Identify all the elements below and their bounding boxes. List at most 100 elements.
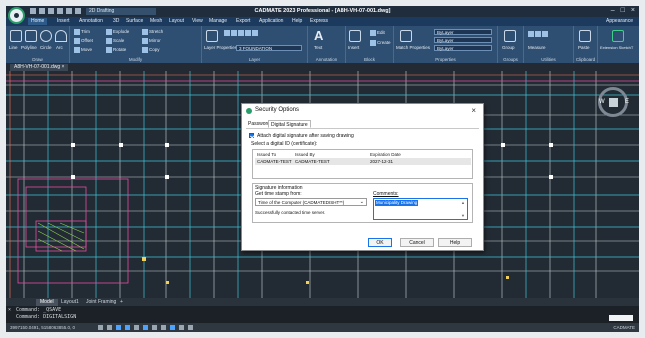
trim-button[interactable]: Trim <box>74 29 90 35</box>
arc-icon[interactable] <box>55 30 67 42</box>
close-window-button[interactable]: × <box>631 7 635 14</box>
tab-insert[interactable]: Insert <box>54 18 73 25</box>
paste-button[interactable]: Paste <box>578 45 590 50</box>
arc-button[interactable]: Arc <box>56 45 63 50</box>
tab-mesh[interactable]: Mesh <box>147 18 165 25</box>
tab-3d[interactable]: 3D <box>110 18 122 25</box>
attach-signature-checkbox[interactable] <box>249 133 254 138</box>
explode-button[interactable]: Explode <box>106 29 129 35</box>
workspace-switch-icon[interactable] <box>188 325 193 330</box>
copy-button[interactable]: Copy <box>142 47 160 53</box>
cancel-button[interactable]: Cancel <box>400 238 434 247</box>
ok-button[interactable]: OK <box>368 238 392 247</box>
text-icon[interactable]: A <box>314 28 323 43</box>
layer-on-icon[interactable] <box>224 30 230 36</box>
tab-application[interactable]: Application <box>256 18 286 25</box>
add-layout-tab[interactable]: + <box>116 299 127 306</box>
tab-surface[interactable]: Surface <box>123 18 146 25</box>
offset-button[interactable]: Offset <box>74 38 93 44</box>
circle-icon[interactable] <box>40 30 52 42</box>
dialog-close-button[interactable]: × <box>471 106 476 115</box>
command-close-icon[interactable]: × <box>8 307 11 313</box>
paste-icon[interactable] <box>579 30 591 42</box>
grid-toggle-icon[interactable] <box>98 325 103 330</box>
linetype-dropdown[interactable]: ByLayer <box>434 37 492 43</box>
document-tab[interactable]: A8H-VH-07-001.dwg × <box>10 64 69 71</box>
layer-properties-icon[interactable] <box>206 30 218 42</box>
polyline-icon[interactable] <box>25 30 37 42</box>
viewcube-top-face[interactable] <box>609 98 618 107</box>
ortho-toggle-icon[interactable] <box>116 325 121 330</box>
comments-textarea[interactable]: Municipality Drawing ▲ ▼ <box>373 198 468 220</box>
maximize-button[interactable]: □ <box>621 7 625 14</box>
current-layer-dropdown[interactable]: 3 FOUNDATION <box>236 45 302 51</box>
lineweight-dropdown[interactable]: ByLayer <box>434 45 492 51</box>
timestamp-select[interactable]: Time of the Computer (CADMATEDISHT**) ⌄ <box>255 198 367 206</box>
text-button[interactable]: Text <box>314 45 322 50</box>
group-icon[interactable] <box>504 30 516 42</box>
mirror-button[interactable]: Mirror <box>142 38 161 44</box>
line-icon[interactable] <box>10 30 22 42</box>
group-button[interactable]: Group <box>502 45 515 50</box>
minimize-button[interactable]: – <box>611 7 615 14</box>
match-properties-icon[interactable] <box>400 30 412 42</box>
otrack-toggle-icon[interactable] <box>143 325 148 330</box>
annotation-scale-icon[interactable] <box>179 325 184 330</box>
tab-export[interactable]: Export <box>233 18 253 25</box>
rotate-button[interactable]: Rotate <box>106 47 126 53</box>
help-button[interactable]: Help <box>438 238 472 247</box>
tab-express[interactable]: Express <box>307 18 331 25</box>
layer-iso-icon[interactable] <box>252 30 258 36</box>
tab-digital-signature[interactable]: Digital Signature <box>268 120 311 128</box>
distance-icon[interactable] <box>528 31 534 37</box>
app-logo-icon[interactable] <box>8 7 25 24</box>
stretch-button[interactable]: Stretch <box>142 29 163 35</box>
edit-block-button[interactable]: Edit <box>370 30 385 36</box>
polar-toggle-icon[interactable] <box>125 325 130 330</box>
tab-help[interactable]: Help <box>289 18 305 25</box>
area-icon[interactable] <box>535 31 541 37</box>
line-button[interactable]: Line <box>9 45 18 50</box>
certificate-row[interactable]: CADMATE-TEST CADMATE-TEST 2027-12-31 <box>255 158 471 165</box>
measure-button[interactable]: Measure <box>528 45 546 50</box>
polyline-button[interactable]: Polyline <box>21 45 37 50</box>
extension-sketch-button[interactable]: Extension SketchT <box>600 45 633 50</box>
insert-block-button[interactable]: Insert <box>348 45 359 50</box>
move-button[interactable]: Move <box>74 47 92 53</box>
selection-cycling-icon[interactable] <box>170 325 175 330</box>
lineweight-toggle-icon[interactable] <box>152 325 157 330</box>
scale-button[interactable]: Scale <box>106 38 124 44</box>
tab-view[interactable]: View <box>189 18 206 25</box>
scroll-up-icon[interactable]: ▲ <box>461 200 465 205</box>
extension-sketch-icon[interactable] <box>612 30 624 42</box>
column-issued-to[interactable]: Issued To <box>257 151 276 158</box>
tab-manage[interactable]: Manage <box>206 18 230 25</box>
viewcube[interactable]: W E <box>598 87 629 117</box>
tab-home[interactable]: Home <box>28 18 48 25</box>
tab-layout[interactable]: Layout <box>166 18 187 25</box>
appearance-menu[interactable]: Appearance <box>606 18 633 25</box>
transparency-toggle-icon[interactable] <box>161 325 166 330</box>
insert-block-icon[interactable] <box>349 30 361 42</box>
calculator-icon[interactable] <box>542 31 548 37</box>
create-block-button[interactable]: Create <box>370 40 391 46</box>
viewcube-west[interactable]: W <box>599 99 605 105</box>
tab-layout1[interactable]: Layout1 <box>57 299 83 306</box>
layer-color-icon[interactable] <box>245 30 251 36</box>
column-issued-by[interactable]: Issued By <box>295 151 315 158</box>
tab-annotation[interactable]: Annotation <box>76 18 106 25</box>
scroll-down-icon[interactable]: ▼ <box>461 213 465 218</box>
layer-properties-button[interactable]: Layer Properties <box>204 45 237 50</box>
tab-model[interactable]: Model <box>36 299 58 306</box>
color-dropdown[interactable]: ByLayer <box>434 29 492 35</box>
viewcube-east[interactable]: E <box>625 99 629 105</box>
close-tab-icon[interactable]: × <box>62 64 65 70</box>
snap-toggle-icon[interactable] <box>107 325 112 330</box>
command-input[interactable] <box>609 315 633 321</box>
layer-freeze-icon[interactable] <box>231 30 237 36</box>
circle-button[interactable]: Circle <box>40 45 52 50</box>
column-expiration-date[interactable]: Expiration Date <box>370 151 401 158</box>
osnap-toggle-icon[interactable] <box>134 325 139 330</box>
tab-joint-framing[interactable]: Joint Framing <box>82 299 120 306</box>
layer-lock-icon[interactable] <box>238 30 244 36</box>
